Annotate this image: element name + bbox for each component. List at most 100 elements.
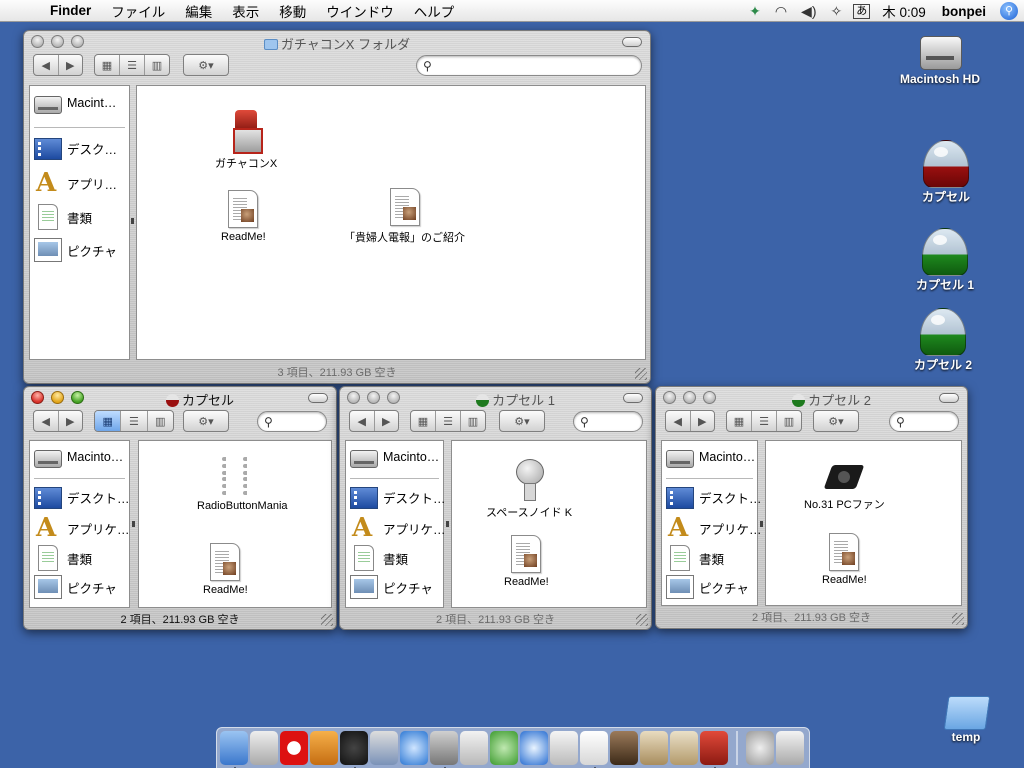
- finder-icon[interactable]: [220, 731, 248, 768]
- view-buttons[interactable]: ▦ ☰ ▥: [94, 54, 170, 76]
- iphoto-icon[interactable]: [430, 731, 458, 768]
- back-forward-buttons[interactable]: ◀ ▶: [349, 410, 399, 432]
- file-item[interactable]: No.31 PCファン: [804, 459, 885, 512]
- back-icon[interactable]: ◀: [34, 411, 59, 431]
- desktop-item-temp[interactable]: temp: [944, 690, 988, 744]
- list-view-icon[interactable]: ☰: [120, 55, 145, 75]
- column-view-icon[interactable]: ▥: [777, 411, 801, 431]
- desktop-item-capsule-2[interactable]: カプセル 2: [914, 308, 972, 373]
- zoom-button[interactable]: [387, 391, 400, 404]
- preview-icon[interactable]: [370, 731, 398, 765]
- sidebar-item-documents[interactable]: 書類: [34, 545, 92, 571]
- sidebar-item-applications[interactable]: アプリケ…: [34, 513, 130, 543]
- back-icon[interactable]: ◀: [350, 411, 375, 431]
- list-view-icon[interactable]: ☰: [436, 411, 461, 431]
- wifi-icon[interactable]: ◠: [768, 3, 794, 20]
- back-forward-buttons[interactable]: ◀ ▶: [33, 410, 83, 432]
- action-menu-button[interactable]: ⚙▾: [499, 410, 545, 432]
- sidebar-item-applications[interactable]: アプリケ…: [666, 513, 762, 543]
- toolbar-toggle-button[interactable]: [939, 393, 959, 403]
- sidebar-item-hd[interactable]: Macinto…: [666, 446, 755, 468]
- menu-help[interactable]: ヘルプ: [404, 1, 465, 21]
- sidebar-item-hd[interactable]: Macinto…: [350, 446, 439, 468]
- opera-icon[interactable]: [280, 731, 308, 765]
- list-view-icon[interactable]: ☰: [121, 411, 148, 431]
- mail-icon[interactable]: [460, 731, 488, 765]
- x11-icon[interactable]: [550, 731, 578, 765]
- search-field[interactable]: ⚲: [889, 411, 959, 432]
- forward-icon[interactable]: ▶: [691, 411, 715, 431]
- action-menu-button[interactable]: ⚙▾: [183, 410, 229, 432]
- sidebar-item-desktop[interactable]: デスク…: [34, 136, 117, 160]
- icon-view-icon[interactable]: ▦: [411, 411, 436, 431]
- toolbar-toggle-button[interactable]: [308, 393, 328, 403]
- system-prefs-icon[interactable]: [250, 731, 278, 765]
- list-view-icon[interactable]: ☰: [752, 411, 777, 431]
- file-item[interactable]: ReadMe!: [822, 533, 867, 586]
- sidebar-item-desktop[interactable]: デスクト…: [666, 485, 762, 509]
- view-buttons[interactable]: ▦ ☰ ▥: [726, 410, 802, 432]
- volume-icon[interactable]: ◀): [794, 3, 823, 20]
- quicktime-icon[interactable]: [520, 731, 548, 765]
- bluetooth-icon[interactable]: ✧: [823, 3, 849, 20]
- zoom-button[interactable]: [703, 391, 716, 404]
- sidebar-item-pictures[interactable]: ピクチャ: [34, 238, 117, 262]
- sidebar-splitter[interactable]: [446, 521, 449, 527]
- input-method-icon[interactable]: あ: [853, 3, 871, 19]
- forward-icon[interactable]: ▶: [59, 411, 83, 431]
- file-item[interactable]: 「貴婦人電報」のご紹介: [344, 188, 465, 245]
- view-buttons[interactable]: ▦ ☰ ▥: [410, 410, 486, 432]
- action-menu-button[interactable]: ⚙▾: [183, 54, 229, 76]
- resize-grip[interactable]: [636, 614, 648, 626]
- menu-finder[interactable]: Finder: [40, 3, 101, 18]
- menubar-clock[interactable]: 木 0:09: [874, 1, 934, 21]
- minimize-button[interactable]: [683, 391, 696, 404]
- sidebar-item-desktop[interactable]: デスクト…: [34, 485, 130, 509]
- installer-icon[interactable]: [640, 731, 668, 765]
- forward-icon[interactable]: ▶: [375, 411, 399, 431]
- close-button[interactable]: [31, 391, 44, 404]
- sidebar-item-hd[interactable]: Macinto…: [34, 446, 123, 468]
- search-field[interactable]: ⚲: [416, 55, 642, 76]
- icon-view-icon[interactable]: ▦: [727, 411, 752, 431]
- sidebar-item-hd[interactable]: Macint…: [34, 92, 116, 114]
- menu-file[interactable]: ファイル: [101, 1, 175, 21]
- back-forward-buttons[interactable]: ◀ ▶: [665, 410, 715, 432]
- network-icon[interactable]: [746, 731, 774, 765]
- column-view-icon[interactable]: ▥: [461, 411, 485, 431]
- sidebar-item-applications[interactable]: アプリケ…: [350, 513, 446, 543]
- photo-icon[interactable]: [610, 731, 638, 765]
- sidebar-splitter[interactable]: [760, 521, 763, 527]
- file-item[interactable]: ReadMe!: [203, 543, 248, 596]
- dashboard-icon[interactable]: [340, 731, 368, 768]
- sidebar-item-documents[interactable]: 書類: [350, 545, 408, 571]
- view-buttons[interactable]: ▦ ☰ ▥: [94, 410, 174, 432]
- menu-view[interactable]: 表示: [222, 1, 269, 21]
- sidebar-splitter[interactable]: [132, 521, 135, 527]
- file-item[interactable]: ReadMe!: [504, 535, 549, 588]
- toolbar-toggle-button[interactable]: [622, 37, 642, 47]
- toolbar-toggle-button[interactable]: [623, 393, 643, 403]
- minimize-button[interactable]: [367, 391, 380, 404]
- resize-grip[interactable]: [952, 613, 964, 625]
- desktop-item-capsule-1[interactable]: カプセル 1: [916, 228, 974, 293]
- menu-window[interactable]: ウインドウ: [316, 1, 404, 21]
- menu-go[interactable]: 移動: [269, 1, 316, 21]
- textedit-icon[interactable]: [580, 731, 608, 768]
- desktop-item-capsule[interactable]: カプセル: [922, 140, 970, 205]
- back-icon[interactable]: ◀: [666, 411, 691, 431]
- menu-edit[interactable]: 編集: [175, 1, 222, 21]
- trash-icon[interactable]: [776, 731, 804, 765]
- itunes-icon[interactable]: [490, 731, 518, 765]
- sidebar-item-desktop[interactable]: デスクト…: [350, 485, 446, 509]
- leaf-icon[interactable]: ✦: [742, 3, 768, 20]
- sidebar-item-documents[interactable]: 書類: [34, 204, 92, 230]
- close-button[interactable]: [663, 391, 676, 404]
- forward-icon[interactable]: ▶: [59, 55, 83, 75]
- action-menu-button[interactable]: ⚙▾: [813, 410, 859, 432]
- file-item[interactable]: ガチャコンX: [215, 110, 277, 171]
- desktop-item-macintosh-hd[interactable]: Macintosh HD: [900, 32, 980, 86]
- close-button[interactable]: [347, 391, 360, 404]
- package-icon[interactable]: [670, 731, 698, 765]
- safari-icon[interactable]: [400, 731, 428, 765]
